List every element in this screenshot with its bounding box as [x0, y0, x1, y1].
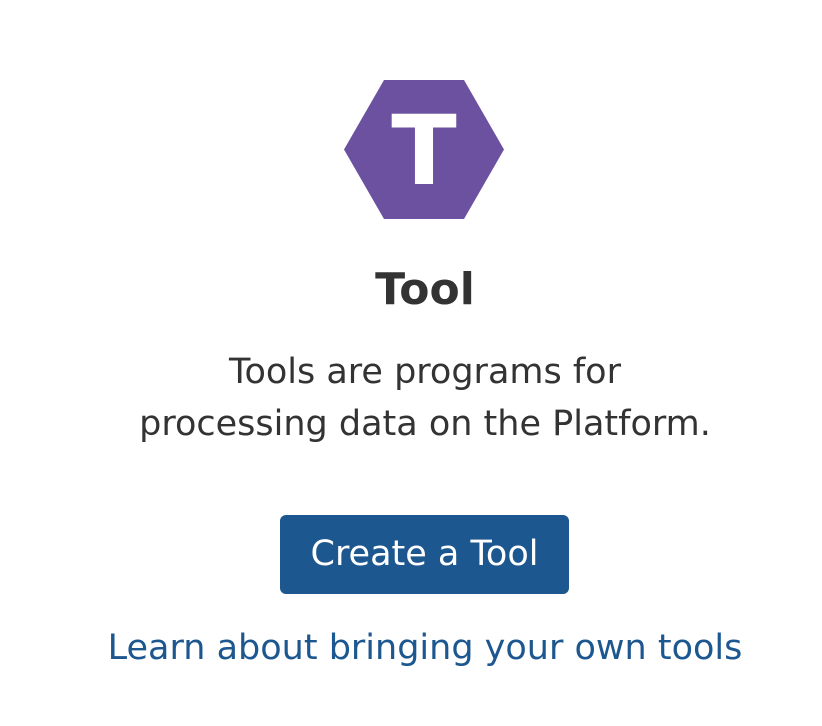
empty-state-card: T Tool Tools are programs for processing…	[0, 0, 822, 726]
description: Tools are programs for processing data o…	[0, 346, 822, 450]
create-tool-button[interactable]: Create a Tool	[280, 515, 569, 594]
page-title: Tool	[375, 264, 475, 315]
description-line-1: Tools are programs for	[229, 352, 621, 392]
tool-icon-letter: T	[391, 95, 456, 207]
learn-byot-link[interactable]: Learn about bringing your own tools	[0, 622, 822, 674]
tool-hexagon-icon: T	[344, 80, 504, 219]
description-line-2: processing data on the Platform.	[139, 404, 711, 444]
